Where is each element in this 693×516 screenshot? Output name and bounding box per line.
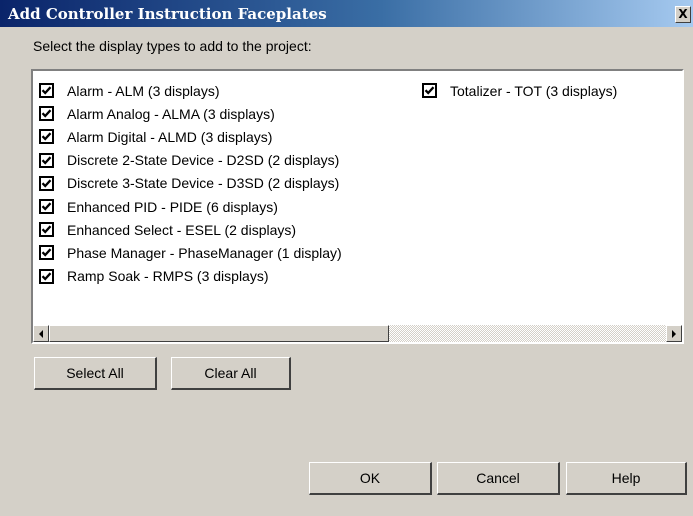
list-item[interactable]: Enhanced PID - PIDE (6 displays) <box>39 195 342 218</box>
display-types-listbox[interactable]: Alarm - ALM (3 displays) Alarm Analog - … <box>31 69 684 344</box>
checkbox-checked[interactable] <box>39 268 54 284</box>
list-item[interactable]: Phase Manager - PhaseManager (1 display) <box>39 241 342 264</box>
checkbox-checked[interactable] <box>422 83 437 99</box>
checkmark-icon <box>41 86 52 95</box>
list-item[interactable]: Alarm Analog - ALMA (3 displays) <box>39 102 342 125</box>
list-item-label: Ramp Soak - RMPS (3 displays) <box>67 268 269 285</box>
list-column-2: Totalizer - TOT (3 displays) <box>422 79 617 102</box>
checkmark-icon <box>41 179 52 188</box>
list-item-label: Totalizer - TOT (3 displays) <box>450 82 618 99</box>
checkbox-checked[interactable] <box>39 199 54 215</box>
scroll-left-button[interactable] <box>33 325 49 342</box>
cancel-button[interactable]: Cancel <box>437 462 560 495</box>
list-item[interactable]: Ramp Soak - RMPS (3 displays) <box>39 265 342 288</box>
list-item-label: Phase Manager - PhaseManager (1 display) <box>67 244 342 261</box>
list-item[interactable]: Enhanced Select - ESEL (2 displays) <box>39 218 342 241</box>
checkmark-icon <box>41 156 52 165</box>
list-item-label: Discrete 3-State Device - D3SD (2 displa… <box>67 175 340 192</box>
arrow-left-icon <box>39 329 43 338</box>
checkmark-icon <box>41 132 52 142</box>
list-item-label: Alarm - ALM (3 displays) <box>67 82 220 99</box>
help-button[interactable]: Help <box>566 462 687 495</box>
checkbox-checked[interactable] <box>39 83 54 99</box>
list-item-label: Alarm Analog - ALMA (3 displays) <box>67 105 275 122</box>
list-item[interactable]: Alarm - ALM (3 displays) <box>39 79 342 102</box>
list-item[interactable]: Discrete 2-State Device - D2SD (2 displa… <box>39 149 342 172</box>
checkmark-icon <box>41 248 52 258</box>
checkbox-checked[interactable] <box>39 106 54 122</box>
list-item-label: Enhanced Select - ESEL (2 displays) <box>67 221 297 238</box>
list-item[interactable]: Alarm Digital - ALMD (3 displays) <box>39 125 342 148</box>
checkbox-checked[interactable] <box>39 222 54 238</box>
horizontal-scrollbar[interactable] <box>33 325 682 342</box>
scroll-right-button[interactable] <box>666 325 682 342</box>
list-item[interactable]: Totalizer - TOT (3 displays) <box>422 79 617 102</box>
select-all-button[interactable]: Select All <box>34 357 157 390</box>
list-item-label: Enhanced PID - PIDE (6 displays) <box>67 198 278 215</box>
checkmark-icon <box>41 202 52 211</box>
list-item[interactable]: Discrete 3-State Device - D3SD (2 displa… <box>39 172 342 195</box>
checkmark-icon <box>41 272 52 281</box>
dialog-title: Add Controller Instruction Faceplates <box>8 5 327 23</box>
title-bar: Add Controller Instruction Faceplates X <box>0 0 693 27</box>
instruction-label: Select the display types to add to the p… <box>33 38 312 54</box>
close-button[interactable]: X <box>675 6 691 23</box>
checkbox-checked[interactable] <box>39 152 54 168</box>
checkbox-checked[interactable] <box>39 245 54 261</box>
clear-all-button[interactable]: Clear All <box>171 357 291 390</box>
ok-button[interactable]: OK <box>309 462 432 495</box>
checkbox-checked[interactable] <box>39 129 54 145</box>
list-item-label: Discrete 2-State Device - D2SD (2 displa… <box>67 152 340 169</box>
checkmark-icon <box>41 225 52 234</box>
checkbox-checked[interactable] <box>39 175 54 191</box>
list-column-1: Alarm - ALM (3 displays) Alarm Analog - … <box>39 79 342 288</box>
checkmark-icon <box>41 109 52 118</box>
checkmark-icon <box>424 86 435 95</box>
arrow-right-icon <box>672 329 676 338</box>
scrollbar-thumb[interactable] <box>49 325 389 342</box>
close-icon: X <box>678 7 688 21</box>
list-item-label: Alarm Digital - ALMD (3 displays) <box>67 128 273 145</box>
